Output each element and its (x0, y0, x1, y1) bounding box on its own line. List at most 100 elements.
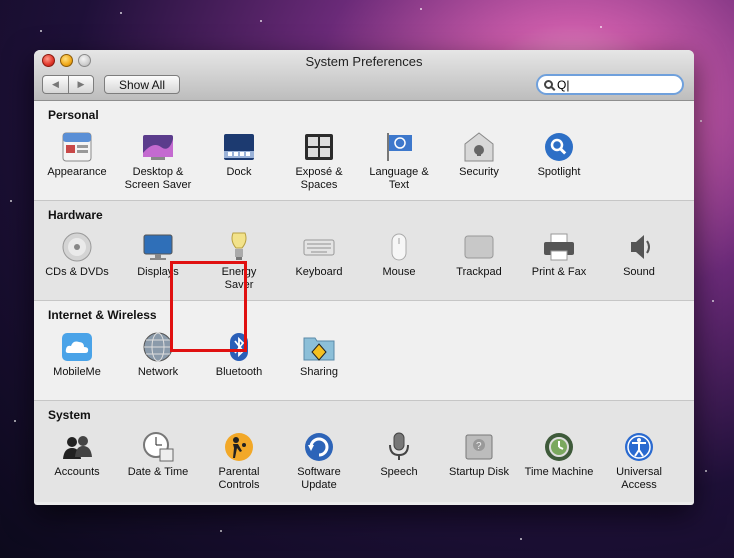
pref-pane-label: Sound (623, 266, 655, 278)
pref-pane-label: Keyboard (295, 266, 343, 278)
pref-pane-expos-spaces[interactable]: Exposé & Spaces (280, 131, 358, 192)
energy-saver-icon (222, 231, 256, 263)
navigation-buttons: ◀ ▶ (42, 75, 94, 94)
pref-pane-time-machine[interactable]: Time Machine (520, 431, 598, 479)
pref-pane-network[interactable]: Network (119, 331, 197, 379)
pref-pane-startup-disk[interactable]: ? Startup Disk (440, 431, 518, 479)
forward-button[interactable]: ▶ (68, 75, 94, 94)
pref-pane-label: Date & Time (127, 466, 189, 478)
pref-pane-label: Speech (380, 466, 418, 478)
section-system: System Accounts Date & Time Parental Contro… (34, 401, 694, 502)
pref-pane-label: Appearance (47, 166, 107, 178)
software-update-icon (302, 431, 336, 463)
pref-pane-security[interactable]: Security (440, 131, 518, 179)
section-title: Personal (48, 108, 99, 122)
system-preferences-window: System Preferences ◀ ▶ Show All Personal… (34, 50, 694, 505)
pref-pane-universal-access[interactable]: Universal Access (600, 431, 678, 492)
show-all-button[interactable]: Show All (104, 75, 180, 94)
displays-icon (141, 231, 175, 263)
pref-pane-label: Spotlight (537, 166, 581, 178)
sharing-folder-icon (302, 331, 336, 363)
pref-pane-software-update[interactable]: Software Update (280, 431, 358, 492)
pref-pane-label: Print & Fax (531, 266, 587, 278)
pref-pane-energy-saver[interactable]: Energy Saver (200, 231, 278, 292)
pref-pane-appearance[interactable]: Appearance (38, 131, 116, 179)
section-title: Hardware (48, 208, 103, 222)
section-internet-wireless: Internet & Wireless MobileMe Network Blueto… (34, 301, 694, 401)
pref-pane-label: Desktop & Screen Saver (124, 166, 192, 191)
pref-pane-label: CDs & DVDs (45, 266, 109, 278)
bluetooth-icon (222, 331, 256, 363)
pref-pane-sound[interactable]: Sound (600, 231, 678, 279)
printer-icon (542, 231, 576, 263)
language-text-icon (382, 131, 416, 163)
back-arrow-icon: ◀ (52, 79, 59, 89)
cd-dvd-icon (60, 231, 94, 263)
pref-pane-dock[interactable]: Dock (200, 131, 278, 179)
section-title: System (48, 408, 91, 422)
pref-pane-label: Parental Controls (218, 466, 260, 491)
section-title: Internet & Wireless (48, 308, 157, 322)
dock-icon (222, 131, 256, 163)
pref-pane-label: MobileMe (53, 366, 101, 378)
window-titlebar[interactable]: System Preferences ◀ ▶ Show All (34, 50, 694, 101)
pref-pane-speech[interactable]: Speech (360, 431, 438, 479)
search-input[interactable] (557, 77, 667, 92)
pref-pane-label: Mouse (382, 266, 416, 278)
pref-pane-spotlight[interactable]: Spotlight (520, 131, 598, 179)
pref-pane-trackpad[interactable]: Trackpad (440, 231, 518, 279)
pref-pane-label: Security (459, 166, 499, 178)
section-hardware: Hardware CDs & DVDs Displays Energy Saver Ke… (34, 201, 694, 301)
security-icon (462, 131, 496, 163)
pref-pane-label: Bluetooth (215, 366, 263, 378)
spotlight-icon (542, 131, 576, 163)
pref-pane-label: Sharing (300, 366, 338, 378)
pref-pane-label: Time Machine (524, 466, 594, 478)
pref-pane-label: Trackpad (456, 266, 502, 278)
pref-pane-accounts[interactable]: Accounts (38, 431, 116, 479)
pref-pane-displays[interactable]: Displays (119, 231, 197, 279)
pref-pane-label: Startup Disk (449, 466, 509, 478)
mouse-icon (382, 231, 416, 263)
pref-pane-cds-dvds[interactable]: CDs & DVDs (38, 231, 116, 279)
trackpad-icon (462, 231, 496, 263)
mobileme-cloud-icon (60, 331, 94, 363)
microphone-icon (382, 431, 416, 463)
accounts-icon (60, 431, 94, 463)
expose-spaces-icon (302, 131, 336, 163)
pref-pane-desktop-screen-saver[interactable]: Desktop & Screen Saver (119, 131, 197, 192)
pref-pane-label: Network (137, 366, 179, 378)
pref-pane-mouse[interactable]: Mouse (360, 231, 438, 279)
forward-arrow-icon: ▶ (77, 79, 85, 89)
search-icon (544, 80, 553, 89)
keyboard-icon (302, 231, 336, 263)
pref-pane-label: Language & Text (369, 166, 429, 191)
search-field[interactable] (536, 74, 684, 95)
pref-pane-label: Universal Access (616, 466, 662, 491)
pref-pane-label: Dock (226, 166, 252, 178)
network-globe-icon (141, 331, 175, 363)
time-machine-icon (542, 431, 576, 463)
pref-pane-parental-controls[interactable]: Parental Controls (200, 431, 278, 492)
window-title: System Preferences (305, 54, 423, 69)
pref-pane-bluetooth[interactable]: Bluetooth (200, 331, 278, 379)
pref-pane-label: Accounts (54, 466, 100, 478)
pref-pane-date-time[interactable]: Date & Time (119, 431, 197, 479)
pref-pane-label: Software Update (297, 466, 341, 491)
pref-pane-label: Energy Saver (221, 266, 257, 291)
pref-pane-keyboard[interactable]: Keyboard (280, 231, 358, 279)
clock-calendar-icon (141, 431, 175, 463)
svg-text:?: ? (476, 441, 482, 452)
back-button[interactable]: ◀ (42, 75, 68, 94)
speaker-icon (622, 231, 656, 263)
pref-pane-sharing[interactable]: Sharing (280, 331, 358, 379)
pref-pane-mobileme[interactable]: MobileMe (38, 331, 116, 379)
pref-pane-label: Exposé & Spaces (295, 166, 343, 191)
appearance-icon (60, 131, 94, 163)
universal-access-icon (622, 431, 656, 463)
section-personal: Personal Appearance Desktop & Screen Saver… (34, 101, 694, 201)
desktop-screensaver-icon (141, 131, 175, 163)
pref-pane-print-fax[interactable]: Print & Fax (520, 231, 598, 279)
pref-pane-language-text[interactable]: Language & Text (360, 131, 438, 192)
parental-controls-icon (222, 431, 256, 463)
